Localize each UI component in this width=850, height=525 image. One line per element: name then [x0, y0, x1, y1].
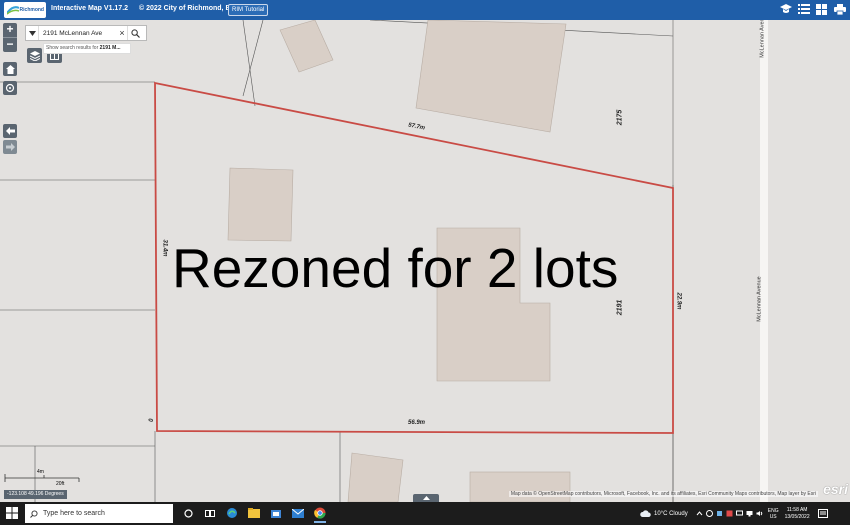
volume-icon[interactable]: [756, 510, 763, 517]
onedrive-icon[interactable]: [705, 510, 713, 517]
clock-date: 13/05/2022: [784, 513, 810, 520]
corner-marker: 0: [146, 418, 153, 422]
home-button[interactable]: [3, 62, 17, 76]
caret-up-icon: [422, 496, 430, 500]
dimension-left: 31.4m: [161, 239, 168, 257]
header-tools: [779, 2, 846, 16]
dimension-bottom: 56.9m: [408, 420, 426, 426]
windows-start-icon[interactable]: [6, 507, 18, 519]
taskbar-apps: [180, 505, 328, 523]
task-view-icon[interactable]: [202, 505, 218, 521]
clear-search-button[interactable]: ×: [117, 28, 127, 38]
bottom-panel-toggle[interactable]: [413, 494, 439, 502]
cortana-icon[interactable]: [180, 505, 196, 521]
zoom-out-button[interactable]: −: [3, 38, 17, 52]
taskbar-search-box[interactable]: Type here to search: [25, 504, 173, 523]
scale-imperial-label: 20ft: [56, 481, 65, 487]
notification-icon[interactable]: [817, 508, 828, 519]
esri-logo: esri: [823, 481, 848, 497]
dimension-right: 22.9m: [675, 292, 682, 310]
clock-time: 11:58 AM: [786, 506, 808, 513]
home-icon: [5, 64, 15, 74]
taskbar-search-placeholder: Type here to search: [43, 510, 105, 517]
system-tray: 10°C Cloudy ENG US 11:58 AM 13/05/2022: [640, 502, 828, 525]
taskbar-search-icon: [30, 509, 38, 518]
rezoning-annotation: Rezoned for 2 lots: [172, 237, 619, 299]
map-canvas[interactable]: 57.7m 31.4m 22.9m 56.9m 0 2191 2175 McLe…: [0, 20, 850, 502]
street-label-top: McLennan Avenue: [759, 20, 766, 58]
header-bar: Richmond Interactive Map V1.17.2 © 2022 …: [0, 0, 850, 20]
search-icon: [130, 28, 140, 38]
search-suggestion[interactable]: Show search results for 2191 M...: [43, 43, 131, 54]
logo-text: Richmond: [19, 7, 44, 13]
scale-metric-label: 4m: [37, 469, 44, 475]
chevron-up-icon[interactable]: [696, 510, 703, 517]
search-input[interactable]: [39, 29, 117, 37]
language-indicator[interactable]: ENG US: [768, 508, 779, 520]
address-label-north: 2175: [616, 109, 624, 126]
locate-button[interactable]: [3, 81, 17, 95]
chrome-icon[interactable]: [312, 505, 328, 523]
print-icon[interactable]: [833, 2, 846, 16]
system-clock[interactable]: 11:58 AM 13/05/2022: [785, 507, 810, 521]
edge-browser-icon[interactable]: [224, 505, 240, 521]
cloud-icon: [640, 510, 651, 517]
file-explorer-icon[interactable]: [246, 505, 262, 521]
layers-button[interactable]: [27, 48, 42, 63]
tray-icons: [696, 510, 763, 517]
store-icon[interactable]: [268, 505, 284, 521]
logo-swoosh-icon: [7, 6, 19, 15]
arrow-left-icon: [5, 127, 15, 135]
search-source-dropdown[interactable]: [26, 26, 39, 40]
layers-icon: [29, 50, 40, 61]
security-icon[interactable]: [716, 510, 723, 517]
language-code: ENG: [767, 507, 779, 514]
search-widget: ×: [25, 25, 147, 41]
zoom-in-button[interactable]: +: [3, 23, 17, 37]
app-window: Richmond Interactive Map V1.17.2 © 2022 …: [0, 0, 850, 525]
region-code: US: [769, 513, 777, 520]
graduation-cap-icon[interactable]: [779, 2, 792, 16]
list-icon[interactable]: [797, 2, 810, 16]
search-button[interactable]: [127, 26, 142, 40]
mail-icon[interactable]: [290, 505, 306, 521]
address-label-main: 2191: [616, 299, 624, 316]
street-label: McLennan Avenue: [756, 276, 763, 322]
previous-extent-button[interactable]: [3, 124, 17, 138]
windows-taskbar: Type here to search 10°C Cloudy ENG US 1…: [0, 502, 850, 525]
zoom-control: + −: [3, 23, 17, 52]
tutorial-button[interactable]: RIM Tutorial: [228, 4, 269, 16]
copyright-text: © 2022 City of Richmond, BC: [139, 5, 236, 12]
scale-bar: 4m 20ft: [4, 469, 84, 489]
caret-down-icon: [28, 30, 36, 36]
map-attribution: Map data © OpenStreetMap contributors, M…: [508, 491, 818, 497]
grid-icon[interactable]: [815, 2, 828, 16]
coordinate-readout: -123.108 49.196 Degrees: [4, 490, 67, 499]
next-extent-button[interactable]: [3, 140, 17, 154]
weather-text: 10°C Cloudy: [654, 510, 688, 517]
app-tray-icon[interactable]: [726, 510, 733, 517]
app-title: Interactive Map V1.17.2: [51, 5, 129, 12]
network-icon[interactable]: [746, 510, 753, 517]
locate-icon: [5, 83, 15, 93]
weather-widget[interactable]: 10°C Cloudy: [640, 510, 688, 517]
display-icon[interactable]: [735, 510, 743, 517]
arrow-right-icon: [5, 143, 15, 151]
richmond-logo[interactable]: Richmond: [4, 2, 46, 18]
